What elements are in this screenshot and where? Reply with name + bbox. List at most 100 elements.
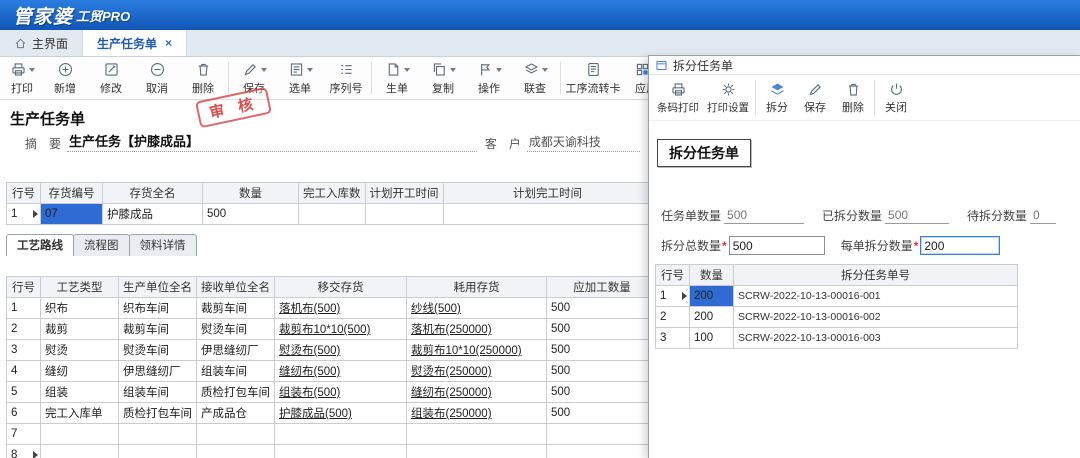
row-no-cell[interactable]: 7 bbox=[7, 424, 41, 445]
produce-unit-cell[interactable]: 熨烫车间 bbox=[119, 340, 197, 361]
dropdown-arrow-icon[interactable] bbox=[307, 68, 313, 72]
row-no-cell[interactable]: 2 bbox=[7, 319, 41, 340]
process-qty-cell[interactable]: 500 bbox=[547, 298, 658, 319]
process-qty-cell[interactable]: 500 bbox=[547, 382, 658, 403]
split-order-no-cell[interactable]: SCRW-2022-10-13-00016-002 bbox=[734, 307, 1018, 328]
plan-start-cell[interactable] bbox=[365, 204, 443, 225]
empty-cell[interactable] bbox=[119, 445, 197, 458]
row-no-cell[interactable]: 1 bbox=[7, 298, 41, 319]
print-button[interactable]: 打印 bbox=[2, 57, 42, 99]
modify-button[interactable]: 修改 bbox=[88, 57, 134, 99]
consume-stock-link[interactable]: 裁剪布10*10(250000) bbox=[407, 340, 547, 361]
receive-unit-cell[interactable]: 质检打包车间 bbox=[197, 382, 275, 403]
empty-cell[interactable] bbox=[407, 424, 547, 445]
tab-home[interactable]: 主界面 bbox=[0, 30, 83, 56]
empty-cell[interactable] bbox=[41, 445, 119, 458]
row-no-cell[interactable]: 1 bbox=[7, 204, 41, 225]
process-type-cell[interactable]: 熨烫 bbox=[41, 340, 119, 361]
produce-unit-cell[interactable]: 裁剪车间 bbox=[119, 319, 197, 340]
produce-unit-cell[interactable]: 伊思缝纫厂 bbox=[119, 361, 197, 382]
process-table-row[interactable]: 6 完工入库单 质检打包车间 产成品仓 护膝成品(500) 组装布(250000… bbox=[7, 403, 658, 424]
consume-stock-link[interactable]: 纱线(500) bbox=[407, 298, 547, 319]
quantity-cell[interactable]: 500 bbox=[203, 204, 299, 225]
process-type-cell[interactable]: 缝纫 bbox=[41, 361, 119, 382]
process-table-row[interactable]: 2 裁剪 裁剪车间 熨烫车间 裁剪布10*10(500) 落机布(250000)… bbox=[7, 319, 658, 340]
copy-button[interactable]: 复制 bbox=[420, 57, 466, 99]
row-no-cell[interactable]: 5 bbox=[7, 382, 41, 403]
consume-stock-link[interactable]: 组装布(250000) bbox=[407, 403, 547, 424]
split-table-row[interactable]: 2 200 SCRW-2022-10-13-00016-002 bbox=[656, 307, 1018, 328]
tab-close-icon[interactable]: × bbox=[165, 36, 172, 50]
operate-button[interactable]: 操作 bbox=[466, 57, 512, 99]
generate-order-button[interactable]: 生单 bbox=[374, 57, 420, 99]
row-no-cell[interactable]: 6 bbox=[7, 403, 41, 424]
per-order-split-input[interactable] bbox=[920, 236, 1000, 255]
empty-cell[interactable] bbox=[547, 445, 658, 458]
subtab-flow-chart[interactable]: 流程图 bbox=[73, 234, 130, 256]
empty-cell[interactable] bbox=[407, 445, 547, 458]
empty-cell[interactable] bbox=[547, 424, 658, 445]
delete-button[interactable]: 删除 bbox=[180, 57, 226, 99]
barcode-print-button[interactable]: 条码打印 bbox=[653, 75, 703, 120]
process-table-row[interactable]: 1 织布 织布车间 裁剪车间 落机布(500) 纱线(500) 500 bbox=[7, 298, 658, 319]
dropdown-arrow-icon[interactable] bbox=[404, 68, 410, 72]
plan-finish-cell[interactable] bbox=[443, 204, 652, 225]
stock-code-cell[interactable]: 07 bbox=[41, 204, 103, 225]
split-button[interactable]: 拆分 bbox=[758, 75, 796, 120]
dialog-close-button[interactable]: 关闭 bbox=[877, 75, 915, 120]
receive-unit-cell[interactable]: 裁剪车间 bbox=[197, 298, 275, 319]
split-qty-cell[interactable]: 100 bbox=[690, 328, 734, 349]
process-type-cell[interactable]: 完工入库单 bbox=[41, 403, 119, 424]
summary-field[interactable]: 生产任务【护膝成品】 bbox=[67, 131, 477, 152]
split-total-input[interactable] bbox=[729, 236, 825, 255]
process-type-cell[interactable]: 织布 bbox=[41, 298, 119, 319]
transfer-stock-link[interactable]: 裁剪布10*10(500) bbox=[275, 319, 407, 340]
process-type-cell[interactable]: 裁剪 bbox=[41, 319, 119, 340]
empty-cell[interactable] bbox=[275, 424, 407, 445]
stock-table-row[interactable]: 1 07 护膝成品 500 bbox=[7, 204, 653, 225]
process-table-row[interactable]: 4 缝纫 伊思缝纫厂 组装车间 缝纫布(500) 熨烫布(250000) 500 bbox=[7, 361, 658, 382]
receive-unit-cell[interactable]: 伊思缝纫厂 bbox=[197, 340, 275, 361]
finished-qty-cell[interactable] bbox=[299, 204, 366, 225]
customer-field[interactable]: 成都天谕科技 bbox=[527, 133, 640, 152]
add-button[interactable]: 新增 bbox=[42, 57, 88, 99]
produce-unit-cell[interactable]: 质检打包车间 bbox=[119, 403, 197, 424]
process-qty-cell[interactable]: 500 bbox=[547, 340, 658, 361]
process-qty-cell[interactable]: 500 bbox=[547, 403, 658, 424]
split-table-row[interactable]: 3 100 SCRW-2022-10-13-00016-003 bbox=[656, 328, 1018, 349]
serial-number-button[interactable]: 序列号 bbox=[323, 57, 369, 99]
subtab-process-route[interactable]: 工艺路线 bbox=[6, 234, 74, 256]
link-query-button[interactable]: 联查 bbox=[512, 57, 558, 99]
transfer-stock-link[interactable]: 熨烫布(500) bbox=[275, 340, 407, 361]
subtab-material-detail[interactable]: 领料详情 bbox=[129, 234, 197, 256]
split-order-no-cell[interactable]: SCRW-2022-10-13-00016-003 bbox=[734, 328, 1018, 349]
process-table-row[interactable]: 3 熨烫 熨烫车间 伊思缝纫厂 熨烫布(500) 裁剪布10*10(250000… bbox=[7, 340, 658, 361]
receive-unit-cell[interactable]: 组装车间 bbox=[197, 361, 275, 382]
produce-unit-cell[interactable]: 织布车间 bbox=[119, 298, 197, 319]
stock-name-cell[interactable]: 护膝成品 bbox=[103, 204, 203, 225]
receive-unit-cell[interactable]: 熨烫车间 bbox=[197, 319, 275, 340]
process-table-row[interactable]: 8 bbox=[7, 445, 658, 458]
process-qty-cell[interactable]: 500 bbox=[547, 361, 658, 382]
consume-stock-link[interactable]: 落机布(250000) bbox=[407, 319, 547, 340]
dialog-titlebar[interactable]: 拆分任务单 bbox=[649, 56, 1080, 75]
dropdown-arrow-icon[interactable] bbox=[450, 68, 456, 72]
row-no-cell[interactable]: 1 bbox=[656, 286, 690, 307]
process-card-button[interactable]: 工序流转卡 bbox=[563, 57, 623, 99]
transfer-stock-link[interactable]: 护膝成品(500) bbox=[275, 403, 407, 424]
split-qty-cell[interactable]: 200 bbox=[690, 286, 734, 307]
row-no-cell[interactable]: 4 bbox=[7, 361, 41, 382]
process-type-cell[interactable]: 组装 bbox=[41, 382, 119, 403]
dropdown-arrow-icon[interactable] bbox=[542, 68, 548, 72]
cancel-button[interactable]: 取消 bbox=[134, 57, 180, 99]
tab-production-task[interactable]: 生产任务单 × bbox=[83, 30, 187, 56]
consume-stock-link[interactable]: 熨烫布(250000) bbox=[407, 361, 547, 382]
empty-cell[interactable] bbox=[275, 445, 407, 458]
process-table-row[interactable]: 5 组装 组装车间 质检打包车间 组装布(500) 缝纫布(250000) 50… bbox=[7, 382, 658, 403]
dialog-delete-button[interactable]: 删除 bbox=[834, 75, 872, 120]
process-qty-cell[interactable]: 500 bbox=[547, 319, 658, 340]
split-qty-cell[interactable]: 200 bbox=[690, 307, 734, 328]
consume-stock-link[interactable]: 缝纫布(250000) bbox=[407, 382, 547, 403]
row-no-cell[interactable]: 3 bbox=[656, 328, 690, 349]
row-no-cell[interactable]: 8 bbox=[7, 445, 41, 458]
